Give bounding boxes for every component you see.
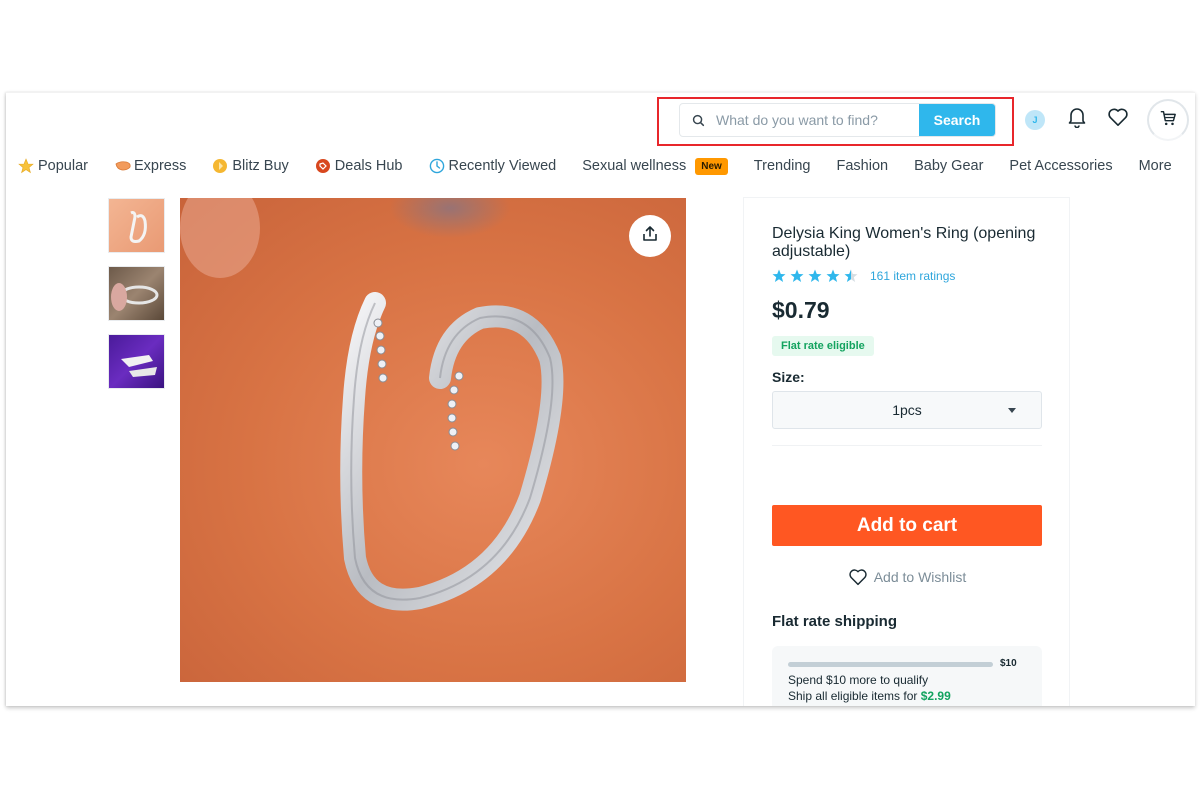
blitz-icon	[212, 158, 228, 174]
bell-icon	[1067, 106, 1087, 133]
search-button[interactable]: Search	[919, 104, 995, 136]
add-to-cart-button[interactable]: Add to cart	[772, 505, 1042, 546]
search-icon	[680, 104, 716, 136]
nav-item-popular[interactable]: Popular	[18, 158, 88, 174]
shipping-rate-text: Ship all eligible items for $2.99	[788, 689, 951, 703]
ring-thumbnail-1[interactable]	[108, 198, 165, 253]
size-select[interactable]: 1pcs	[772, 391, 1042, 429]
product-image[interactable]	[180, 198, 686, 682]
add-to-wishlist-button[interactable]: Add to Wishlist	[772, 568, 1042, 586]
avatar[interactable]: J	[1025, 110, 1045, 130]
tag-icon	[315, 158, 331, 174]
cart-button[interactable]	[1147, 99, 1189, 141]
share-icon	[641, 225, 659, 248]
heart-icon	[1107, 107, 1129, 132]
clock-icon	[429, 158, 445, 174]
chevron-down-icon	[1008, 408, 1016, 413]
shipping-qualify-text: Spend $10 more to qualify	[788, 673, 929, 687]
shipping-title: Flat rate shipping	[772, 613, 898, 630]
star-rating	[772, 269, 858, 283]
nav-item-blitz-buy[interactable]: Blitz Buy	[212, 158, 289, 174]
share-button[interactable]	[629, 215, 671, 257]
nav-item-trending[interactable]: Trending	[754, 158, 811, 174]
size-label: Size:	[772, 369, 805, 385]
product-rating: 161 item ratings	[772, 269, 955, 283]
nav-item-sexual-wellness[interactable]: Sexual wellness New	[582, 157, 728, 175]
product-info-panel: Delysia King Women's Ring (opening adjus…	[743, 197, 1070, 706]
new-badge: New	[695, 157, 728, 175]
notifications-button[interactable]	[1065, 106, 1089, 132]
cart-icon	[1159, 109, 1177, 132]
nav-item-fashion[interactable]: Fashion	[837, 158, 889, 174]
star-icon	[18, 158, 34, 174]
nav-item-recently-viewed[interactable]: Recently Viewed	[429, 158, 556, 174]
category-nav: Popular Express Blitz Buy Deals Hub Rece…	[18, 151, 1195, 181]
flat-rate-badge: Flat rate eligible	[772, 336, 874, 356]
nav-item-more[interactable]: More	[1139, 158, 1172, 174]
shipping-progress-bar	[788, 662, 993, 667]
star-icon	[772, 269, 858, 282]
shipping-progress-max: $10	[1000, 658, 1017, 669]
product-title: Delysia King Women's Ring (opening adjus…	[772, 225, 1036, 260]
ring-thumbnail-3[interactable]	[108, 334, 165, 389]
express-icon	[114, 158, 131, 174]
product-price: $0.79	[772, 297, 830, 323]
app-window: Search J Popular Express	[6, 92, 1195, 706]
shipping-progress-card: $10 Spend $10 more to qualify Ship all e…	[772, 646, 1042, 706]
size-selected-value: 1pcs	[892, 402, 922, 418]
divider	[772, 445, 1042, 446]
nav-item-pet-accessories[interactable]: Pet Accessories	[1009, 158, 1112, 174]
search-input[interactable]	[716, 104, 919, 136]
wishlist-header-button[interactable]	[1106, 106, 1130, 132]
ratings-link[interactable]: 161 item ratings	[870, 269, 955, 283]
nav-item-baby-gear[interactable]: Baby Gear	[914, 158, 983, 174]
heart-icon	[848, 569, 867, 586]
shipping-rate-price: $2.99	[920, 689, 951, 703]
nav-item-express[interactable]: Express	[114, 158, 186, 174]
nav-item-deals-hub[interactable]: Deals Hub	[315, 158, 403, 174]
ring-thumbnail-2[interactable]	[108, 266, 165, 321]
search-bar: Search	[679, 103, 996, 137]
